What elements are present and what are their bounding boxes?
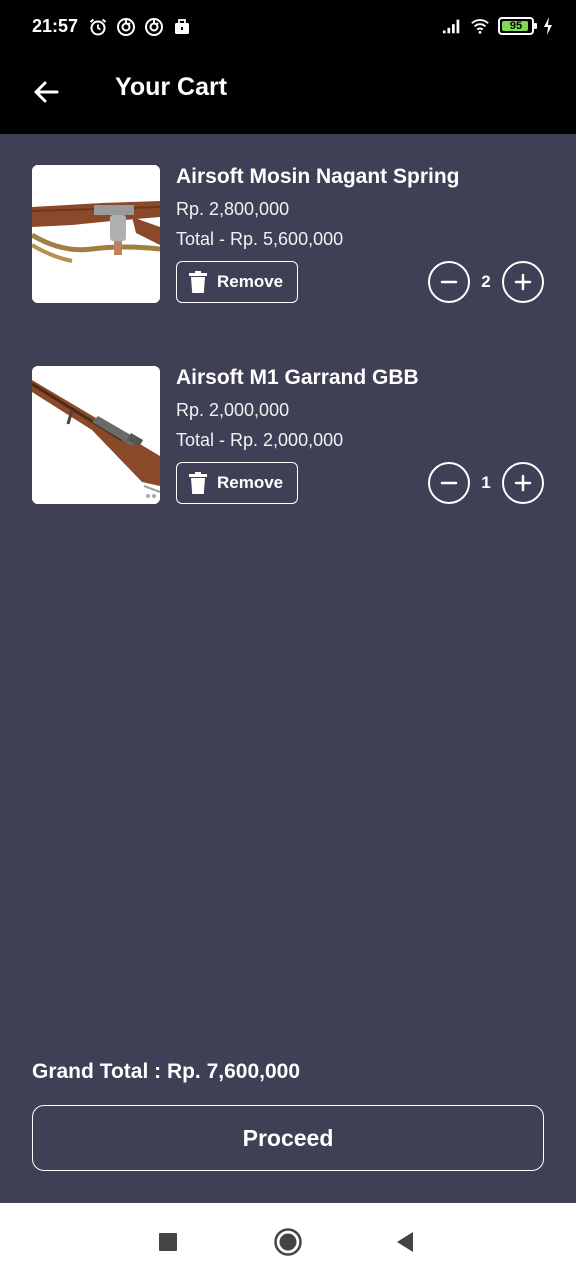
product-image-m1-garand bbox=[32, 366, 160, 504]
product-price: Rp. 2,000,000 bbox=[176, 400, 290, 420]
recents-button[interactable] bbox=[151, 1225, 185, 1259]
page-title: Your Cart bbox=[115, 73, 228, 101]
home-button[interactable] bbox=[271, 1225, 305, 1259]
back-button[interactable] bbox=[24, 70, 68, 114]
cart-item: Airsoft Mosin Nagant Spring Rp. 2,800,00… bbox=[32, 165, 544, 305]
trash-icon bbox=[189, 271, 207, 293]
alarm-icon bbox=[89, 18, 107, 36]
charging-icon bbox=[544, 17, 552, 35]
status-right-icons: 95 bbox=[442, 16, 554, 36]
proceed-button[interactable]: Proceed bbox=[32, 1105, 544, 1171]
trash-icon bbox=[189, 472, 207, 494]
status-bar: 21:57 95 bbox=[0, 0, 576, 56]
product-name: Airsoft M1 Garrand GBB bbox=[176, 366, 419, 389]
remove-label: Remove bbox=[217, 272, 284, 291]
quantity-stepper: 1 bbox=[428, 462, 544, 504]
product-line-total: Total - Rp. 5,600,000 bbox=[176, 229, 344, 249]
recents-square-icon bbox=[159, 1233, 177, 1251]
remove-button[interactable]: Remove bbox=[176, 462, 298, 504]
signal-icon bbox=[442, 19, 460, 34]
system-nav-bar bbox=[0, 1203, 576, 1280]
minus-icon bbox=[440, 481, 458, 485]
briefcase-icon bbox=[175, 19, 189, 34]
product-name: Airsoft Mosin Nagant Spring bbox=[176, 165, 460, 188]
home-circle-icon bbox=[274, 1228, 302, 1256]
back-triangle-icon bbox=[397, 1232, 413, 1252]
quantity-value: 2 bbox=[481, 272, 491, 291]
grand-total: Grand Total : Rp. 7,600,000 bbox=[32, 1060, 301, 1083]
quantity-value: 1 bbox=[481, 473, 491, 492]
remove-button[interactable]: Remove bbox=[176, 261, 298, 303]
increase-quantity-button[interactable] bbox=[502, 261, 544, 303]
product-price: Rp. 2,800,000 bbox=[176, 199, 290, 219]
remove-label: Remove bbox=[217, 473, 284, 492]
wifi-icon bbox=[471, 19, 489, 34]
decrease-quantity-button[interactable] bbox=[428, 261, 470, 303]
increase-quantity-button[interactable] bbox=[502, 462, 544, 504]
sync-icon bbox=[117, 18, 135, 36]
plus-icon bbox=[514, 474, 532, 492]
product-line-total: Total - Rp. 2,000,000 bbox=[176, 430, 344, 450]
product-image-mosin-nagant bbox=[32, 165, 160, 303]
decrease-quantity-button[interactable] bbox=[428, 462, 470, 504]
app-bar: Your Cart bbox=[0, 56, 576, 134]
arrow-left-icon bbox=[34, 81, 59, 103]
cart-item: Airsoft M1 Garrand GBB Rp. 2,000,000 Tot… bbox=[32, 366, 544, 506]
minus-icon bbox=[440, 280, 458, 284]
battery-percent: 95 bbox=[509, 20, 523, 32]
status-left-icons bbox=[88, 17, 192, 37]
status-time: 21:57 bbox=[32, 16, 79, 36]
battery-icon: 95 bbox=[498, 17, 537, 35]
quantity-stepper: 2 bbox=[428, 261, 544, 303]
back-nav-button[interactable] bbox=[388, 1225, 422, 1259]
sync-icon bbox=[145, 18, 163, 36]
plus-icon bbox=[514, 273, 532, 291]
proceed-label: Proceed bbox=[242, 1124, 334, 1151]
